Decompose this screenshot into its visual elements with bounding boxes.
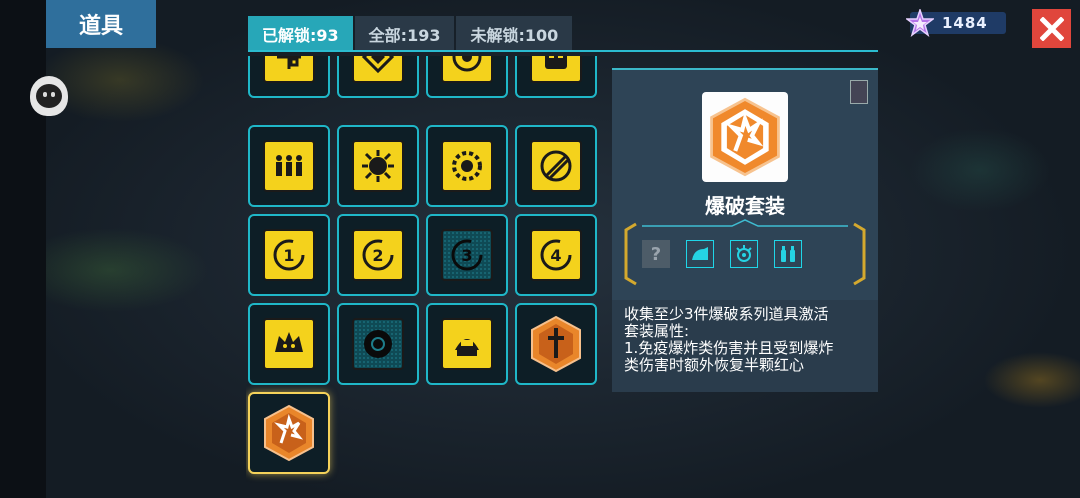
grid-cell[interactable] — [337, 56, 419, 98]
grid-cell[interactable] — [426, 125, 508, 207]
dark-disc-icon — [352, 318, 404, 370]
description-line: 类伤害时额外恢复半颗红心 — [624, 356, 805, 374]
tab-all-label: 全部:193 — [368, 26, 441, 45]
gear-eye-icon — [441, 140, 493, 192]
robot-dome-icon — [441, 318, 493, 370]
description-line: 套装属性: — [624, 322, 690, 340]
grid-cell[interactable]: 4 — [515, 214, 597, 296]
ghost-avatar-button[interactable] — [30, 76, 68, 116]
number-4-label: 4 — [550, 246, 561, 265]
number-2-icon: 2 — [352, 229, 404, 281]
page-title-text: 道具 — [78, 14, 123, 39]
tab-locked-label: 未解锁:100 — [470, 26, 559, 45]
currency-display: 1484 — [906, 9, 1006, 37]
grid-cell[interactable]: 3 — [426, 214, 508, 296]
tab-unlocked-label: 已解锁:93 — [262, 26, 339, 45]
explosion-icon[interactable] — [730, 240, 758, 268]
item-name: 爆破套装 — [705, 194, 785, 218]
grid-cell-selected[interactable] — [248, 392, 330, 474]
number-1-label: 1 — [283, 246, 294, 265]
question-mark-icon[interactable]: ? — [642, 240, 670, 268]
number-4-icon: 4 — [530, 229, 582, 281]
item-grid[interactable]: 1 2 3 4 — [246, 56, 602, 498]
grid-cell[interactable] — [515, 303, 597, 385]
bomb-cap-icon[interactable] — [686, 240, 714, 268]
swirl-icon — [530, 140, 582, 192]
grid-cell[interactable] — [515, 56, 597, 98]
item-detail-panel: 爆破套装 ? 收集至少3件爆破系列道具激活 套装属性: 1.免疫爆炸类伤害并且受… — [612, 68, 878, 392]
grid-cell[interactable] — [337, 303, 419, 385]
unknown-slot-glyph: ? — [650, 243, 662, 265]
three-figures-icon — [263, 140, 315, 192]
cross-arrows-icon — [263, 56, 315, 83]
description-line: 1.免疫爆炸类伤害并且受到爆炸 — [624, 339, 834, 357]
tab-all[interactable]: 全部:193 — [354, 16, 455, 52]
page-title: 道具 — [46, 0, 156, 48]
ghost-icon — [36, 84, 62, 108]
sword-hexagon-icon — [531, 315, 581, 373]
currency-value: 1484 — [942, 14, 988, 32]
purple-star-gem-icon — [906, 9, 934, 37]
grid-cell[interactable]: 1 — [248, 214, 330, 296]
tab-underline — [248, 50, 878, 52]
number-2-label: 2 — [372, 246, 383, 265]
grid-cell[interactable]: 2 — [337, 214, 419, 296]
twin-bottles-icon[interactable] — [774, 240, 802, 268]
set-pieces-row: ? — [642, 240, 802, 268]
detail-item-image — [702, 92, 788, 182]
close-button[interactable] — [1032, 9, 1071, 48]
grid-cell[interactable] — [337, 125, 419, 207]
tab-unlocked[interactable]: 已解锁:93 — [248, 16, 353, 52]
left-edge-bar — [0, 0, 46, 498]
number-3-label: 3 — [461, 246, 472, 265]
grid-cell[interactable] — [515, 125, 597, 207]
number-3-icon: 3 — [441, 229, 493, 281]
round-target-icon — [441, 56, 493, 83]
badge-icon[interactable] — [850, 80, 868, 104]
close-x-icon — [1039, 16, 1064, 41]
skull-face-icon — [530, 56, 582, 83]
number-1-icon: 1 — [263, 229, 315, 281]
grid-cell[interactable] — [248, 303, 330, 385]
description-line: 收集至少3件爆破系列道具激活 — [624, 305, 829, 323]
grid-cell[interactable] — [248, 56, 330, 98]
sun-core-icon — [352, 140, 404, 192]
beast-icon — [263, 318, 315, 370]
explosion-hexagon-icon — [264, 404, 314, 462]
explosion-hexagon-icon — [710, 97, 780, 177]
grid-cell[interactable] — [426, 56, 508, 98]
grid-cell[interactable] — [426, 303, 508, 385]
item-description: 收集至少3件爆破系列道具激活 套装属性: 1.免疫爆炸类伤害并且受到爆炸 类伤害… — [612, 300, 878, 392]
filter-tabs: 已解锁:93 全部:193 未解锁:100 — [248, 16, 574, 52]
grid-cell[interactable] — [248, 125, 330, 207]
tab-locked[interactable]: 未解锁:100 — [456, 16, 573, 52]
diamond-icon — [352, 56, 404, 83]
